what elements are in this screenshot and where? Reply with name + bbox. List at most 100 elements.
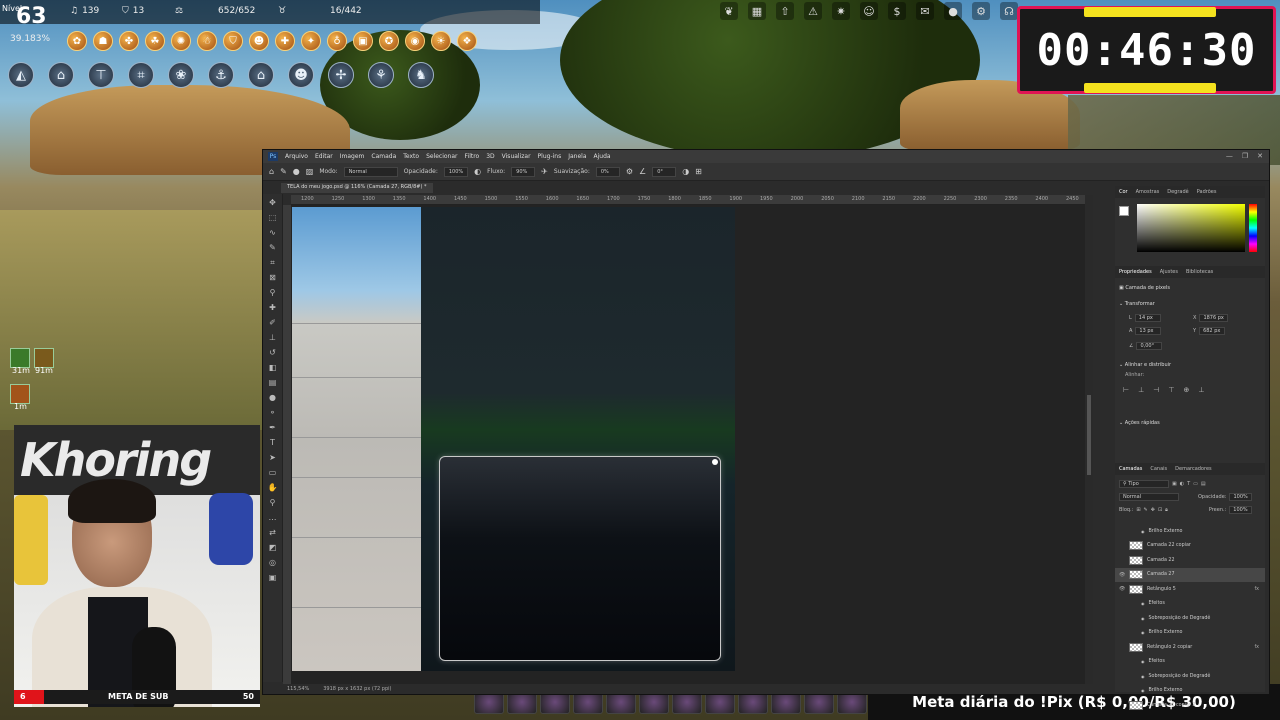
leaf-icon[interactable]: ❦ <box>720 2 738 20</box>
smoothing-field[interactable]: 0% <box>595 166 620 177</box>
tab-patterns[interactable]: Padrões <box>1197 189 1217 195</box>
tab-properties[interactable]: Propriedades <box>1119 269 1152 275</box>
gradient-tool-icon[interactable]: ▤ <box>267 377 279 389</box>
symmetry-icon[interactable]: ⊞ <box>695 167 702 176</box>
quick-mask-icon[interactable]: ◎ <box>267 557 279 569</box>
shield-icon[interactable]: ⛉ <box>223 31 243 51</box>
menu-editar[interactable]: Editar <box>315 153 333 160</box>
layer-row[interactable]: Camada 22 copiar 3 <box>1115 698 1265 713</box>
guild-icon[interactable]: ☃ <box>197 31 217 51</box>
sun-icon[interactable]: ☀ <box>431 31 451 51</box>
frame-tool-icon[interactable]: ⊠ <box>267 272 279 284</box>
y-field[interactable]: 682 px <box>1199 327 1226 335</box>
align-section[interactable]: ⌄ Alinhar e distribuir <box>1119 362 1171 368</box>
move-tool-icon[interactable]: ✥ <box>267 197 279 209</box>
height-field[interactable]: 13 px <box>1135 327 1162 335</box>
lock-pixels-icon[interactable]: ⊞ <box>1136 507 1140 513</box>
clock-icon[interactable]: ◉ <box>405 31 425 51</box>
effect-eye-icon[interactable]: ◉ <box>1141 616 1145 621</box>
headset-icon[interactable]: ☊ <box>1000 2 1018 20</box>
healing-tool-icon[interactable]: ✚ <box>267 302 279 314</box>
home-icon[interactable]: ⌂ <box>269 167 274 176</box>
pressure-size-icon[interactable]: ◑ <box>682 167 689 176</box>
network-icon[interactable]: ⚠ <box>804 2 822 20</box>
layer-row[interactable]: 👁︎ Camada 27 <box>1115 567 1265 582</box>
pet-icon[interactable]: ☘ <box>145 31 165 51</box>
minimize-icon[interactable]: — <box>1226 152 1233 160</box>
tower-icon[interactable]: ⊤ <box>88 62 114 88</box>
filter-pixel-icon[interactable]: ▣ <box>1172 481 1177 487</box>
mode-select[interactable]: Normal <box>343 166 398 177</box>
layer-row[interactable]: 👁︎ Retângulo 5 fx <box>1115 582 1265 597</box>
menu-arquivo[interactable]: Arquivo <box>285 153 308 160</box>
angle-field[interactable]: 0° <box>652 166 677 177</box>
blend-mode-select[interactable]: Normal <box>1119 493 1179 501</box>
arrow-icon[interactable]: ⇧ <box>776 2 794 20</box>
align-center-icon[interactable]: ⊥ <box>1138 386 1144 394</box>
social-icon[interactable]: ☺ <box>860 2 878 20</box>
brush-preset-icon[interactable]: ● <box>293 167 300 176</box>
x-field[interactable]: 1876 px <box>1199 314 1228 322</box>
screen-mode-icon[interactable]: ▣ <box>267 572 279 584</box>
layer-row[interactable]: ◉ Sobreposição de Degradê <box>1115 669 1265 684</box>
lock-artboard-icon[interactable]: ⊡ <box>1158 507 1162 513</box>
hook-icon[interactable]: ⚓ <box>208 62 234 88</box>
fx-icon[interactable]: fx <box>1254 587 1259 592</box>
filter-adjust-icon[interactable]: ◐ <box>1180 481 1184 487</box>
path-select-tool-icon[interactable]: ➤ <box>267 452 279 464</box>
align-bottom-icon[interactable]: ⊥ <box>1198 386 1204 394</box>
layer-opacity-field[interactable]: 100% <box>1229 493 1252 501</box>
layer-row[interactable]: ◉ Efeitos <box>1115 597 1265 612</box>
eye-icon[interactable]: 👁︎ <box>1119 572 1125 578</box>
effect-eye-icon[interactable]: ◉ <box>1141 601 1145 606</box>
quick-actions-section[interactable]: ⌄ Ações rápidas <box>1119 420 1160 426</box>
crop-tool-icon[interactable]: ⌗ <box>267 257 279 269</box>
stamp-tool-icon[interactable]: ⊥ <box>267 332 279 344</box>
calendar-icon[interactable]: ▦ <box>748 2 766 20</box>
guild-icon[interactable]: ✷ <box>832 2 850 20</box>
shape-tool-icon[interactable]: ▭ <box>267 467 279 479</box>
lasso-tool-icon[interactable]: ∿ <box>267 227 279 239</box>
potion-icon[interactable]: ♁ <box>327 31 347 51</box>
layer-row[interactable]: ◉ Brilho Externo <box>1115 524 1265 539</box>
brush-icon[interactable]: ✎ <box>280 167 287 176</box>
mount-icon[interactable]: ⚘ <box>368 62 394 88</box>
angle-field[interactable]: 0,00° <box>1136 342 1163 350</box>
effect-eye-icon[interactable]: ◉ <box>1141 630 1145 635</box>
menu-visualizar[interactable]: Visualizar <box>502 153 531 160</box>
menu-texto[interactable]: Texto <box>403 153 419 160</box>
hand-tool-icon[interactable]: ✋ <box>267 482 279 494</box>
pressure-opacity-icon[interactable]: ◐ <box>474 167 481 176</box>
gift-icon[interactable]: ✪ <box>379 31 399 51</box>
history-brush-icon[interactable]: ↺ <box>267 347 279 359</box>
settings-icon[interactable]: ⚙ <box>972 2 990 20</box>
color-picker-field[interactable] <box>1137 204 1245 252</box>
brush-tool-icon[interactable]: ✐ <box>267 317 279 329</box>
home-icon[interactable]: ⌂ <box>48 62 74 88</box>
filter-shape-icon[interactable]: ▭ <box>1193 481 1198 487</box>
menu-3d[interactable]: 3D <box>486 153 494 160</box>
effect-eye-icon[interactable]: ◉ <box>1141 674 1145 679</box>
crate-icon[interactable]: ❖ <box>457 31 477 51</box>
tab-color[interactable]: Cor <box>1119 189 1128 195</box>
opacity-field[interactable]: 100% <box>443 166 469 177</box>
marquee-tool-icon[interactable]: ⬚ <box>267 212 279 224</box>
layer-row[interactable]: ◉ Brilho Externo <box>1115 626 1265 641</box>
lock-all-icon[interactable]: 🔒︎ <box>1165 507 1168 513</box>
tab-swatches[interactable]: Amostras <box>1136 189 1160 195</box>
drop-icon[interactable]: ✦ <box>301 31 321 51</box>
group-icon[interactable]: ☻ <box>249 31 269 51</box>
canvas[interactable] <box>291 205 1085 684</box>
lock-paint-icon[interactable]: ✎ <box>1144 507 1148 513</box>
zoom-level[interactable]: 115,54% <box>287 686 309 692</box>
tab-gradients[interactable]: Degradê <box>1167 189 1188 195</box>
farm-icon[interactable]: ⌗ <box>128 62 154 88</box>
house-icon[interactable]: ⌂ <box>248 62 274 88</box>
shop-icon[interactable]: $ <box>888 2 906 20</box>
align-right-icon[interactable]: ⊣ <box>1153 386 1159 394</box>
eraser-tool-icon[interactable]: ◧ <box>267 362 279 374</box>
paw-icon[interactable]: ❀ <box>168 62 194 88</box>
layer-row[interactable]: Camada 22 <box>1115 553 1265 568</box>
tab-libraries[interactable]: Bibliotecas <box>1186 269 1213 275</box>
horse-icon[interactable]: ♞ <box>408 62 434 88</box>
